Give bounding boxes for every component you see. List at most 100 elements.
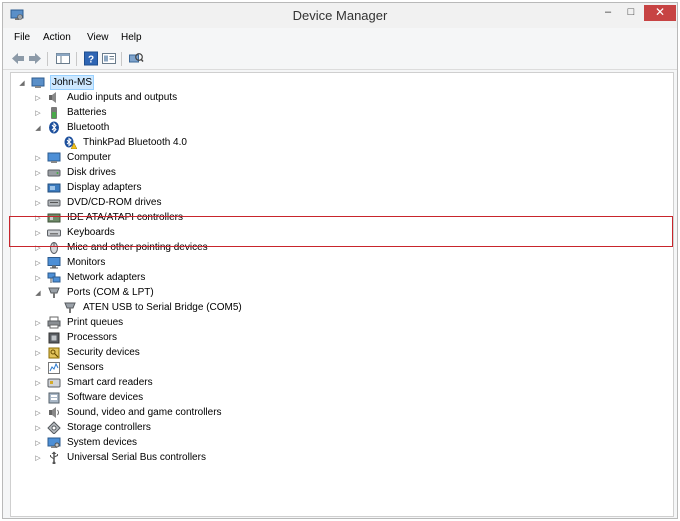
tree-item[interactable]: ▷ Audio inputs and outputs <box>33 90 178 105</box>
tree-item-label: Print queues <box>67 317 124 328</box>
port-icon <box>64 302 76 313</box>
maximize-button[interactable]: □ <box>622 5 640 21</box>
tree-item-label: Bluetooth <box>67 122 110 133</box>
tree-item[interactable]: ▷ System devices <box>33 435 138 450</box>
tree-item[interactable]: ▷ Storage controllers <box>33 420 152 435</box>
collapse-arrow-icon[interactable]: ◢ <box>33 120 43 135</box>
tree-item[interactable]: ▷ Processors <box>33 330 118 345</box>
ports-highlight-box <box>9 216 673 247</box>
expand-arrow-icon[interactable]: ▷ <box>33 330 43 345</box>
tree-item-label: John-MS <box>50 75 95 90</box>
expand-arrow-icon[interactable]: ▷ <box>33 450 43 465</box>
tree-item[interactable]: ◢ John-MS <box>17 75 95 90</box>
tree-item[interactable]: ▷ Network adapters <box>33 270 146 285</box>
tree-item[interactable]: ▷ Computer <box>33 150 112 165</box>
tree-item-label: Sensors <box>67 362 104 373</box>
tree-item[interactable]: ▷ Batteries <box>33 105 107 120</box>
dvd-drive-icon <box>47 199 61 207</box>
tree-item-label: Computer <box>67 152 111 163</box>
menu-file[interactable]: File <box>14 32 30 43</box>
help-icon[interactable]: ? <box>83 51 99 66</box>
tree-item-label: System devices <box>67 437 138 448</box>
tree-item[interactable]: ◢ Ports (COM & LPT) <box>33 285 155 300</box>
scan-hardware-icon[interactable] <box>128 51 144 66</box>
usb-icon <box>50 451 58 464</box>
battery-icon <box>51 107 57 119</box>
tree-item-label: DVD/CD-ROM drives <box>67 197 162 208</box>
expand-arrow-icon[interactable]: ▷ <box>33 345 43 360</box>
expand-arrow-icon[interactable]: ▷ <box>33 375 43 390</box>
menu-action[interactable]: Action <box>43 32 71 43</box>
collapse-arrow-icon[interactable]: ◢ <box>33 285 43 300</box>
window-title: Device Manager <box>292 8 388 23</box>
minimize-button[interactable]: – <box>599 5 617 21</box>
tree-item[interactable]: ThinkPad Bluetooth 4.0 <box>49 135 188 150</box>
tree-item-label: Disk drives <box>67 167 116 178</box>
expand-arrow-icon[interactable]: ▷ <box>33 435 43 450</box>
expand-arrow-icon[interactable]: ▷ <box>33 90 43 105</box>
tree-item-label: Ports (COM & LPT) <box>67 287 154 298</box>
expand-arrow-icon[interactable]: ▷ <box>33 270 43 285</box>
device-manager-window: Device Manager – □ ✕ File Action View He… <box>2 2 678 519</box>
tree-item-label: ATEN USB to Serial Bridge (COM5) <box>83 302 242 313</box>
sound-icon <box>49 407 59 418</box>
printer-icon <box>47 316 61 329</box>
forward-arrow-icon[interactable] <box>27 51 43 66</box>
menu-view[interactable]: View <box>87 32 109 43</box>
toolbar-separator <box>76 52 77 66</box>
tree-item-label: Processors <box>67 332 118 343</box>
toolbar-separator <box>121 52 122 66</box>
expand-arrow-icon[interactable]: ▷ <box>33 180 43 195</box>
tree-item-label: Display adapters <box>67 182 142 193</box>
sensor-icon <box>48 362 60 374</box>
tree-item[interactable]: ▷ Universal Serial Bus controllers <box>33 450 207 465</box>
tree-item-label: Network adapters <box>67 272 146 283</box>
title-bar: Device Manager – □ ✕ <box>3 3 677 28</box>
tree-item[interactable]: ATEN USB to Serial Bridge (COM5) <box>49 300 243 315</box>
properties-grid-icon[interactable] <box>55 51 71 66</box>
speaker-icon <box>49 92 56 103</box>
menu-help[interactable]: Help <box>121 32 142 43</box>
expand-arrow-icon[interactable]: ▷ <box>33 360 43 375</box>
device-tree[interactable]: ◢ John-MS ▷ Audio inputs and outputs ▷ Batter… <box>10 72 674 517</box>
expand-arrow-icon[interactable]: ▷ <box>33 390 43 405</box>
tree-item-label: Smart card readers <box>67 377 153 388</box>
tree-item[interactable]: ▷ Display adapters <box>33 180 142 195</box>
expand-arrow-icon[interactable]: ▷ <box>33 420 43 435</box>
expand-arrow-icon[interactable]: ▷ <box>33 165 43 180</box>
tree-item[interactable]: ▷ Monitors <box>33 255 106 270</box>
close-button[interactable]: ✕ <box>644 5 676 21</box>
tree-item-label: Sound, video and game controllers <box>67 407 222 418</box>
toolbar: ? <box>3 48 677 70</box>
tree-item[interactable]: ▷ DVD/CD-ROM drives <box>33 195 162 210</box>
expand-arrow-icon[interactable]: ▷ <box>33 315 43 330</box>
menu-bar: File Action View Help <box>3 29 677 47</box>
tree-item-label: Security devices <box>67 347 140 358</box>
smart-card-icon <box>47 378 61 388</box>
expand-arrow-icon[interactable]: ▷ <box>33 195 43 210</box>
tree-item-label: Storage controllers <box>67 422 151 433</box>
tree-item[interactable]: ▷ Sound, video and game controllers <box>33 405 223 420</box>
expand-arrow-icon[interactable]: ▷ <box>33 255 43 270</box>
expand-arrow-icon[interactable]: ▷ <box>33 405 43 420</box>
tree-item[interactable]: ▷ Software devices <box>33 390 144 405</box>
tree-item[interactable]: ▷ Security devices <box>33 345 141 360</box>
tree-item[interactable]: ◢ Bluetooth <box>33 120 110 135</box>
processor-icon <box>48 332 60 344</box>
display-adapter-icon <box>47 183 61 193</box>
expand-arrow-icon[interactable]: ▷ <box>33 150 43 165</box>
tree-item-label: ThinkPad Bluetooth 4.0 <box>83 137 187 148</box>
software-device-icon <box>48 392 60 404</box>
system-device-icon <box>47 437 61 448</box>
tree-item[interactable]: ▷ Sensors <box>33 360 105 375</box>
tree-item[interactable]: ▷ Smart card readers <box>33 375 154 390</box>
expand-arrow-icon[interactable]: ▷ <box>33 105 43 120</box>
back-arrow-icon[interactable] <box>10 51 26 66</box>
tree-item[interactable]: ▷ Disk drives <box>33 165 117 180</box>
console-view-icon[interactable] <box>101 51 117 66</box>
tree-item[interactable]: ▷ Print queues <box>33 315 124 330</box>
tree-item-label: Audio inputs and outputs <box>67 92 178 103</box>
bluetooth-warning-icon <box>64 136 77 149</box>
collapse-arrow-icon[interactable]: ◢ <box>17 75 27 90</box>
